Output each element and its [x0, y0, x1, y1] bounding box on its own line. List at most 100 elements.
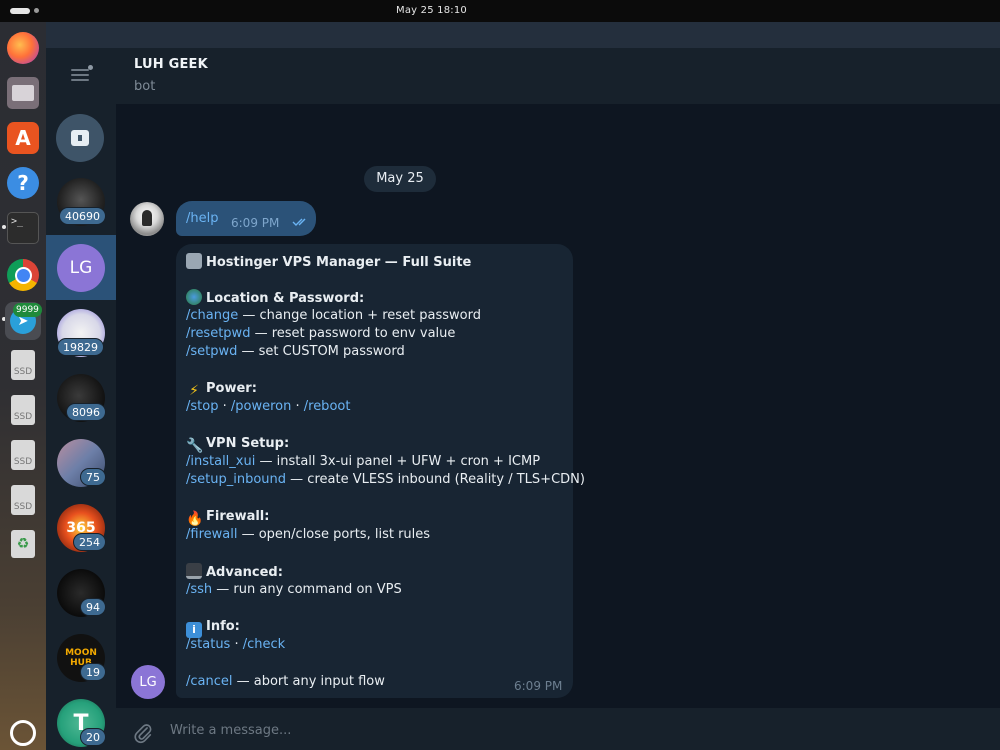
- firefox-icon[interactable]: [7, 32, 39, 64]
- app-center-glyph: A: [15, 126, 31, 150]
- section-heading: Location & Password:: [186, 289, 364, 307]
- sender-avatar-lg[interactable]: LG: [131, 665, 165, 699]
- message-time: 6:09 PM: [514, 679, 563, 693]
- ssd-label: SSD: [13, 502, 33, 512]
- chat-title: LUH GEEK: [134, 57, 208, 72]
- ubuntu-menu-icon[interactable]: [10, 720, 36, 746]
- sender-avatar-robot[interactable]: [130, 202, 164, 236]
- chrome-icon[interactable]: [7, 259, 39, 291]
- command-link[interactable]: /cancel: [186, 674, 233, 689]
- command-desc: — run any command on VPS: [212, 582, 402, 597]
- section-heading: 🔥 Firewall:: [186, 508, 270, 527]
- separator: ·: [218, 399, 231, 414]
- message-command-link[interactable]: /help: [186, 211, 218, 226]
- outgoing-message[interactable]: /help 6:09 PM: [176, 201, 316, 236]
- ssd-drive-icon[interactable]: SSD: [11, 395, 35, 425]
- section-heading: 🔧 VPN Setup:: [186, 435, 290, 454]
- command-link[interactable]: /poweron: [231, 399, 291, 414]
- terminal-icon[interactable]: >_: [7, 212, 39, 244]
- command-link[interactable]: /ssh: [186, 582, 212, 597]
- ssd-drive-icon[interactable]: SSD: [11, 440, 35, 470]
- double-check-icon: [292, 218, 306, 226]
- window-titlebar: [116, 22, 1000, 48]
- command-line: /install_xui — install 3x-ui panel + UFW…: [186, 453, 540, 471]
- trash-icon[interactable]: ♻: [11, 530, 35, 558]
- globe-emoji-icon: [186, 289, 202, 305]
- command-desc: — reset password to env value: [250, 326, 456, 341]
- help-glyph: ?: [17, 171, 29, 195]
- command-desc: — abort any input flow: [232, 674, 385, 689]
- top-bar: May 25 18:10: [0, 0, 1000, 22]
- chat-list-titlebar: [46, 22, 116, 48]
- section-heading-text: Advanced:: [206, 565, 283, 580]
- dock: A ? >_ ➤ 9999 SSD SSD SSD SSD ♻: [0, 22, 46, 750]
- command-line: /setpwd — set CUSTOM password: [186, 343, 405, 361]
- command-link[interactable]: /install_xui: [186, 454, 255, 469]
- archive-button[interactable]: [56, 114, 104, 162]
- laptop-emoji-icon: [186, 563, 202, 579]
- command-link[interactable]: /status: [186, 637, 230, 652]
- fire-emoji-icon: 🔥: [186, 511, 204, 527]
- chat-status: bot: [134, 79, 156, 94]
- robot-emoji-icon: [186, 253, 202, 269]
- section-heading-text: Location & Password:: [206, 291, 365, 306]
- help-icon[interactable]: ?: [7, 167, 39, 199]
- unread-count: 19829: [57, 338, 104, 356]
- command-line: /ssh — run any command on VPS: [186, 581, 402, 599]
- message-composer: [116, 708, 1000, 750]
- command-link[interactable]: /setpwd: [186, 344, 237, 359]
- command-desc: — change location + reset password: [238, 308, 481, 323]
- command-link[interactable]: /setup_inbound: [186, 472, 286, 487]
- section-heading-text: VPN Setup:: [206, 436, 290, 451]
- ssd-label: SSD: [13, 457, 33, 467]
- trash-glyph: ♻: [16, 536, 30, 552]
- command-link[interactable]: /stop: [186, 399, 218, 414]
- message-input[interactable]: [170, 719, 930, 741]
- avatar-initials: LG: [69, 258, 93, 278]
- running-dot: [2, 225, 6, 229]
- avatar-initials: LG: [139, 674, 157, 690]
- unread-count: 19: [80, 663, 106, 681]
- separator: ·: [291, 399, 304, 414]
- ssd-drive-icon[interactable]: SSD: [11, 350, 35, 380]
- command-link[interactable]: /reboot: [304, 399, 351, 414]
- date-separator: May 25: [364, 166, 436, 192]
- wrench-emoji-icon: 🔧: [186, 438, 204, 454]
- command-link[interactable]: /firewall: [186, 527, 237, 542]
- chat-header[interactable]: LUH GEEK bot: [116, 48, 1000, 104]
- ssd-label: SSD: [13, 367, 33, 377]
- unread-count: 8096: [66, 403, 106, 421]
- ssd-label: SSD: [13, 412, 33, 422]
- unread-count: 20: [80, 728, 106, 746]
- terminal-glyph: >_: [11, 216, 24, 227]
- chat-list: 40690 LG 19829 8096 75 365 254 94 MOON H…: [46, 22, 116, 750]
- unread-count: 254: [73, 533, 106, 551]
- command-line: /change — change location + reset passwo…: [186, 307, 481, 325]
- unread-count: 75: [80, 468, 106, 486]
- command-link[interactable]: /resetpwd: [186, 326, 250, 341]
- unread-count: 94: [80, 598, 106, 616]
- lightning-emoji-icon: ⚡: [189, 383, 199, 399]
- chat-avatar-lg[interactable]: LG: [57, 244, 105, 292]
- command-desc: — create VLESS inbound (Reality / TLS+CD…: [286, 472, 585, 487]
- command-desc: — set CUSTOM password: [237, 344, 405, 359]
- section-heading: i Info:: [186, 618, 240, 638]
- hamburger-menu-icon[interactable]: [71, 65, 93, 83]
- command-link[interactable]: /check: [243, 637, 285, 652]
- command-link[interactable]: /change: [186, 308, 238, 323]
- section-heading-text: Info:: [206, 619, 240, 634]
- section-heading-text: Firewall:: [206, 509, 270, 524]
- section-heading: Advanced:: [186, 563, 283, 581]
- app-center-icon[interactable]: A: [7, 122, 39, 154]
- telegram-unread-badge: 9999: [13, 303, 42, 317]
- command-line: /cancel — abort any input flow: [186, 673, 385, 691]
- section-heading-text: Power:: [206, 381, 257, 396]
- message-title-text: Hostinger VPS Manager — Full Suite: [206, 255, 472, 270]
- ssd-drive-icon[interactable]: SSD: [11, 485, 35, 515]
- command-line: /firewall — open/close ports, list rules: [186, 526, 430, 544]
- command-desc: — open/close ports, list rules: [237, 527, 431, 542]
- files-icon[interactable]: [7, 77, 39, 109]
- paperclip-icon[interactable]: [132, 722, 154, 744]
- clock[interactable]: May 25 18:10: [0, 5, 1000, 16]
- command-line: /status · /check: [186, 636, 285, 654]
